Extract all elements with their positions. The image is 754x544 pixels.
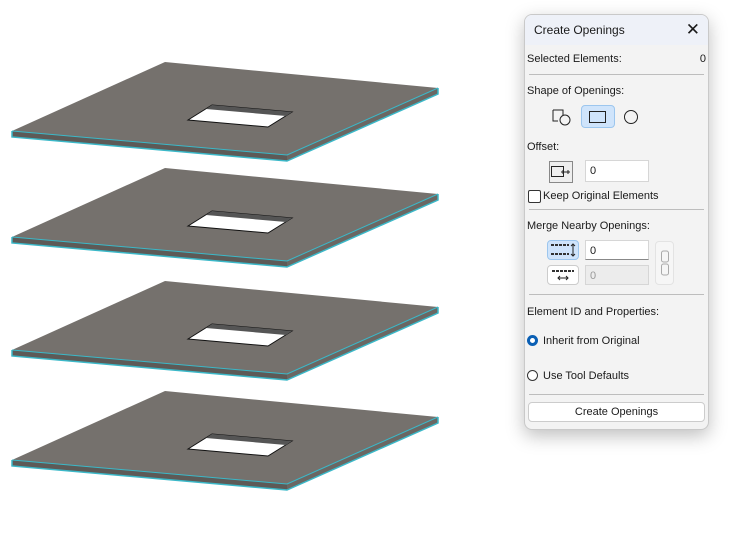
chain-link-icon (660, 250, 669, 276)
circle-shape-button[interactable] (619, 105, 643, 128)
selected-elements-label: Selected Elements: (527, 53, 622, 65)
offset-input[interactable]: 0 (585, 160, 649, 182)
slab-3[interactable] (11, 280, 439, 381)
shape-label: Shape of Openings: (527, 85, 625, 97)
circle-icon (624, 109, 638, 124)
divider (529, 74, 704, 75)
custom-shape-button[interactable] (545, 105, 579, 128)
selected-elements-count: 0 (699, 53, 706, 65)
tool-defaults-radio[interactable] (527, 370, 538, 381)
merge-vertical-input[interactable]: 0 (585, 240, 649, 260)
link-values-button[interactable] (655, 241, 674, 285)
rectangle-icon (589, 110, 606, 123)
offset-label: Offset: (527, 141, 560, 153)
merge-horizontal-icon (552, 270, 574, 281)
panel-titlebar[interactable]: Create Openings (525, 15, 708, 45)
offset-icon (551, 166, 570, 177)
divider (529, 294, 704, 295)
3d-viewport[interactable] (0, 0, 520, 544)
element-id-label: Element ID and Properties: (527, 306, 660, 318)
merge-horizontal-button[interactable] (547, 265, 579, 285)
inherit-radio[interactable] (527, 335, 538, 346)
keep-original-checkbox[interactable] (528, 190, 541, 203)
close-icon[interactable]: ✕ (686, 20, 700, 40)
rectangle-shape-button[interactable] (581, 105, 615, 128)
merge-horizontal-input[interactable]: 0 (585, 265, 649, 285)
slab-1[interactable] (11, 61, 439, 162)
divider (529, 394, 704, 395)
slab-2[interactable] (11, 167, 439, 268)
create-openings-panel: Create Openings ✕ Selected Elements: 0 S… (524, 14, 709, 430)
slab-4[interactable] (11, 390, 439, 491)
create-openings-button[interactable]: Create Openings (528, 402, 705, 422)
divider (529, 209, 704, 210)
inherit-label: Inherit from Original (543, 335, 640, 347)
tool-defaults-label: Use Tool Defaults (543, 370, 630, 382)
custom-shape-icon (552, 109, 571, 125)
panel-title: Create Openings (534, 23, 625, 37)
keep-original-label: Keep Original Elements (543, 190, 659, 202)
merge-vertical-icon (551, 243, 576, 257)
merge-vertical-button[interactable] (547, 240, 579, 260)
offset-mode-button[interactable] (549, 161, 573, 183)
merge-label: Merge Nearby Openings: (527, 220, 650, 232)
